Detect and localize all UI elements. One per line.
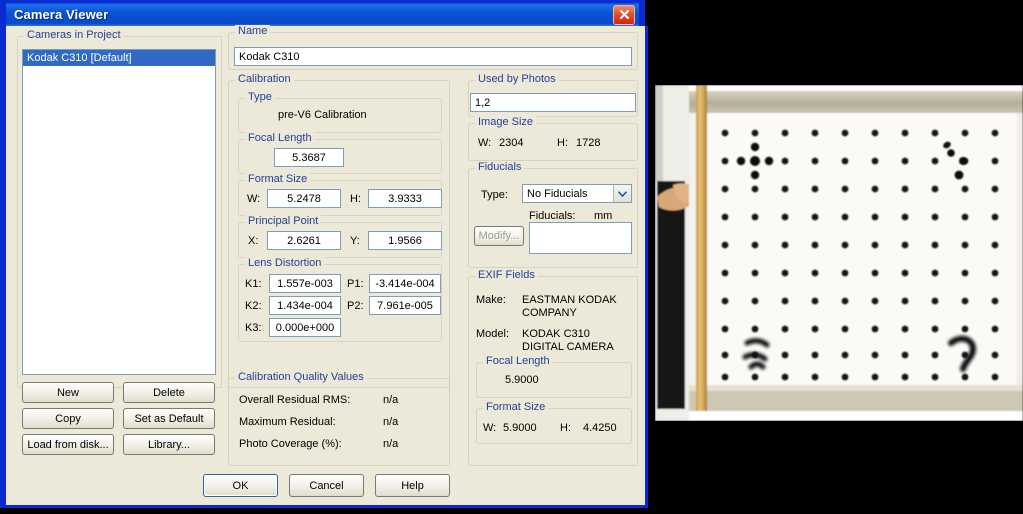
- image-size-w-value: 2304: [499, 137, 524, 149]
- help-button[interactable]: Help: [375, 474, 450, 497]
- overall-residual-rms-label: Overall Residual RMS:: [239, 394, 351, 406]
- image-size-group: Image Size: [468, 116, 638, 161]
- dialog-titlebar: Camera Viewer: [3, 0, 642, 26]
- dialog-body: Cameras in Project Kodak C310 [Default] …: [3, 25, 648, 508]
- k1-input[interactable]: 1.557e-003: [269, 274, 341, 293]
- ok-button[interactable]: OK: [203, 474, 278, 497]
- calibration-quality-legend: Calibration Quality Values: [235, 371, 367, 383]
- fiducials-type-select[interactable]: No Fiducials: [522, 184, 632, 203]
- copy-button[interactable]: Copy: [22, 408, 114, 429]
- calibration-target-image: [655, 85, 1023, 421]
- photo-coverage-value: n/a: [383, 438, 399, 450]
- principal-point-x-label: X:: [248, 235, 259, 247]
- focal-length-input[interactable]: 5.3687: [274, 148, 344, 167]
- image-size-w-label: W:: [478, 137, 492, 149]
- calibration-type-value: pre-V6 Calibration: [278, 106, 438, 123]
- k3-label: K3:: [245, 322, 262, 334]
- dialog-title: Camera Viewer: [14, 7, 109, 22]
- image-size-h-value: 1728: [576, 137, 601, 149]
- principal-point-x-input[interactable]: 2.6261: [267, 231, 341, 250]
- format-size-w-input[interactable]: 5.2478: [267, 189, 341, 208]
- exif-format-size-h-label: H:: [560, 422, 571, 434]
- principal-point-legend: Principal Point: [245, 215, 322, 227]
- close-button[interactable]: [613, 4, 635, 25]
- used-by-photos-input[interactable]: 1,2: [470, 93, 636, 112]
- new-button[interactable]: New: [22, 382, 114, 403]
- k2-input[interactable]: 1.434e-004: [269, 296, 341, 315]
- image-size-h-label: H:: [557, 137, 568, 149]
- fiducials-legend: Fiducials: [475, 161, 525, 173]
- fiducials-type-label: Type:: [481, 189, 508, 201]
- photo-coverage-label: Photo Coverage (%):: [239, 438, 342, 450]
- camera-viewer-dialog: Camera Viewer Cameras in Project Kodak C…: [0, 0, 648, 508]
- calibration-target-photo: [655, 85, 1023, 421]
- lens-distortion-legend: Lens Distortion: [245, 257, 325, 269]
- maximum-residual-value: n/a: [383, 416, 399, 428]
- library-button[interactable]: Library...: [123, 434, 215, 455]
- cameras-in-project-legend: Cameras in Project: [24, 29, 124, 41]
- chevron-down-icon[interactable]: [613, 185, 631, 202]
- p1-input[interactable]: -3.414e-004: [369, 274, 441, 293]
- exif-make-value-line1: EASTMAN KODAK: [522, 294, 617, 306]
- exif-format-size-w-value: 5.9000: [503, 422, 537, 434]
- exif-format-size-legend: Format Size: [483, 401, 549, 413]
- focal-length-legend: Focal Length: [245, 132, 315, 144]
- calibration-legend: Calibration: [235, 73, 294, 85]
- list-item[interactable]: Kodak C310 [Default]: [23, 50, 215, 66]
- p2-label: P2:: [347, 300, 364, 312]
- fiducials-type-value: No Fiducials: [527, 187, 588, 200]
- p1-label: P1:: [347, 278, 364, 290]
- principal-point-y-label: Y:: [350, 235, 360, 247]
- calibration-type-legend: Type: [245, 91, 275, 103]
- fiducials-list-input[interactable]: [529, 222, 632, 254]
- exif-make-label: Make:: [476, 294, 506, 306]
- camera-name-input[interactable]: Kodak C310: [234, 47, 632, 66]
- p2-input[interactable]: 7.961e-005: [369, 296, 441, 315]
- exif-model-value-line2: DIGITAL CAMERA: [522, 341, 614, 353]
- exif-format-size-h-value: 4.4250: [583, 422, 617, 434]
- delete-button[interactable]: Delete: [123, 382, 215, 403]
- name-legend: Name: [235, 25, 271, 37]
- cameras-list[interactable]: Kodak C310 [Default]: [22, 49, 216, 375]
- exif-make-value-line2: COMPANY: [522, 307, 577, 319]
- screen-root: Camera Viewer Cameras in Project Kodak C…: [0, 0, 1023, 514]
- format-size-h-input[interactable]: 3.9333: [368, 189, 442, 208]
- set-as-default-button[interactable]: Set as Default: [123, 408, 215, 429]
- fiducials-list-label: Fiducials:: [529, 210, 576, 222]
- exif-focal-length-value: 5.9000: [505, 371, 585, 388]
- format-size-w-label: W:: [247, 193, 261, 205]
- cancel-button[interactable]: Cancel: [289, 474, 364, 497]
- close-icon: [619, 9, 629, 20]
- image-size-legend: Image Size: [475, 116, 537, 128]
- exif-model-value-line1: KODAK C310: [522, 328, 590, 340]
- exif-fields-legend: EXIF Fields: [475, 269, 538, 281]
- format-size-legend: Format Size: [245, 173, 311, 185]
- exif-focal-length-legend: Focal Length: [483, 355, 553, 367]
- principal-point-y-input[interactable]: 1.9566: [368, 231, 442, 250]
- k3-input[interactable]: 0.000e+000: [269, 318, 341, 337]
- load-from-disk-button[interactable]: Load from disk...: [22, 434, 114, 455]
- format-size-h-label: H:: [350, 193, 361, 205]
- fiducials-units-label: mm: [594, 210, 613, 222]
- modify-button[interactable]: Modify...: [474, 226, 524, 246]
- exif-format-size-w-label: W:: [483, 422, 497, 434]
- used-by-photos-legend: Used by Photos: [475, 73, 559, 85]
- k2-label: K2:: [245, 300, 262, 312]
- maximum-residual-label: Maximum Residual:: [239, 416, 336, 428]
- k1-label: K1:: [245, 278, 262, 290]
- overall-residual-rms-value: n/a: [383, 394, 399, 406]
- exif-model-label: Model:: [476, 328, 510, 340]
